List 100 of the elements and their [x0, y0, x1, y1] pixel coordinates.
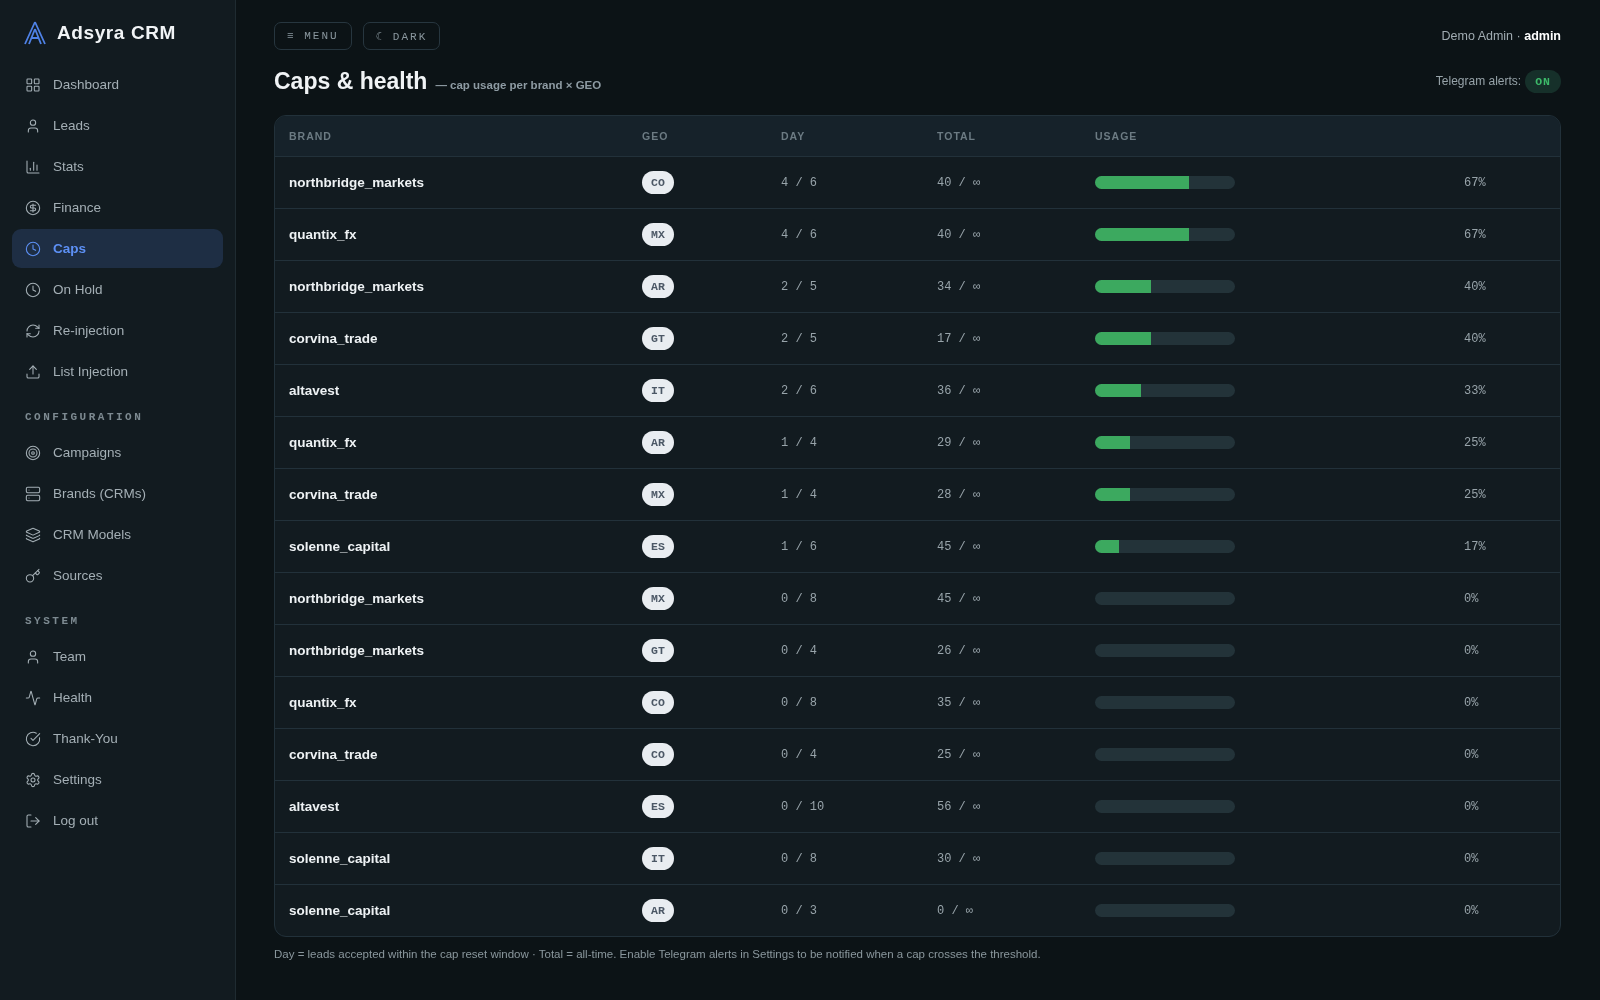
- bar-chart-icon: [25, 158, 41, 175]
- sidebar-nav-item[interactable]: Brands (CRMs): [12, 474, 223, 513]
- geo-tag: IT: [642, 379, 674, 402]
- geo-tag: GT: [642, 639, 674, 662]
- sidebar-nav-item[interactable]: List Injection: [12, 352, 223, 391]
- sidebar-nav-item[interactable]: Settings: [12, 760, 223, 799]
- toolbar-button[interactable]: ≡ MENU: [274, 22, 352, 50]
- usage-percent: 0%: [1464, 747, 1479, 762]
- column-header: USAGE: [1095, 130, 1138, 142]
- logout-icon: [25, 812, 41, 829]
- brand-name: northbridge_markets: [289, 279, 425, 294]
- page-title: Caps & health: [274, 67, 428, 95]
- day-count: 4 / 6: [781, 227, 817, 242]
- geo-tag: MX: [642, 587, 674, 610]
- sidebar-nav-item[interactable]: Sources: [12, 556, 223, 595]
- sidebar-nav-item[interactable]: Leads: [12, 106, 223, 145]
- geo-tag: CO: [642, 743, 674, 766]
- pulse-icon: [25, 689, 41, 706]
- usage-percent: 33%: [1464, 383, 1486, 398]
- app-logo-text: Adsyra CRM: [57, 22, 176, 44]
- sidebar-nav-item[interactable]: Stats: [12, 147, 223, 186]
- target-icon: [25, 444, 41, 461]
- total-count: 35 / ∞: [937, 695, 981, 710]
- column-header: DAY: [781, 130, 806, 142]
- footnote: Day = leads accepted within the cap reset window · Total = all-time. Enable Telegram alerts in Settings to be notified when a cap crosses the threshold.: [274, 947, 1042, 962]
- total-count: 40 / ∞: [937, 175, 981, 190]
- total-count: 30 / ∞: [937, 851, 981, 866]
- grid-icon: [25, 76, 41, 93]
- total-count: 0 / ∞: [937, 903, 973, 918]
- geo-tag: AR: [642, 431, 674, 454]
- brand-name: solenne_capital: [289, 903, 391, 918]
- day-count: 0 / 8: [781, 591, 817, 606]
- refresh-icon: [25, 322, 41, 339]
- geo-tag: AR: [642, 899, 674, 922]
- day-count: 1 / 6: [781, 539, 817, 554]
- geo-tag: ES: [642, 795, 674, 818]
- server-icon: [25, 485, 41, 502]
- day-count: 0 / 10: [781, 799, 825, 814]
- sidebar-nav-item[interactable]: CRM Models: [12, 515, 223, 554]
- day-count: 0 / 4: [781, 643, 817, 658]
- brand-name: corvina_trade: [289, 331, 378, 346]
- total-count: 40 / ∞: [937, 227, 981, 242]
- dollar-coin-icon: [25, 199, 41, 216]
- sidebar-nav-item[interactable]: Log out: [12, 801, 223, 840]
- usage-percent: 0%: [1464, 903, 1479, 918]
- brand-name: altavest: [289, 799, 340, 814]
- layers-icon: [25, 526, 41, 543]
- telegram-alerts-status: ON: [1525, 69, 1561, 93]
- usage-percent: 25%: [1464, 435, 1486, 450]
- usage-percent: 0%: [1464, 851, 1479, 866]
- geo-tag: ES: [642, 535, 674, 558]
- day-count: 2 / 6: [781, 383, 817, 398]
- day-count: 4 / 6: [781, 175, 817, 190]
- settings-icon: [25, 771, 41, 788]
- brand-name: quantix_fx: [289, 435, 357, 450]
- logo-icon: [24, 21, 46, 45]
- total-count: 34 / ∞: [937, 279, 981, 294]
- usage-percent: 0%: [1464, 799, 1479, 814]
- sidebar-nav-item[interactable]: On Hold: [12, 270, 223, 309]
- total-count: 29 / ∞: [937, 435, 981, 450]
- sidebar-nav-item[interactable]: Re-injection: [12, 311, 223, 350]
- total-count: 45 / ∞: [937, 591, 981, 606]
- day-count: 1 / 4: [781, 435, 817, 450]
- brand-name: corvina_trade: [289, 487, 378, 502]
- geo-tag: AR: [642, 275, 674, 298]
- geo-tag: GT: [642, 327, 674, 350]
- clock-icon: [25, 281, 41, 298]
- sidebar-section-title: SYSTEM: [24, 614, 81, 629]
- day-count: 2 / 5: [781, 331, 817, 346]
- brand-name: solenne_capital: [289, 851, 391, 866]
- column-header: TOTAL: [937, 130, 977, 142]
- user-info: Demo Admin · admin: [1441, 29, 1561, 43]
- user-icon: [25, 648, 41, 665]
- sidebar-section-title: CONFIGURATION: [24, 410, 145, 425]
- usage-percent: 67%: [1464, 175, 1486, 190]
- sidebar-nav-item[interactable]: Campaigns: [12, 433, 223, 472]
- sidebar-nav-item[interactable]: Health: [12, 678, 223, 717]
- day-count: 0 / 3: [781, 903, 817, 918]
- total-count: 56 / ∞: [937, 799, 981, 814]
- toolbar-button[interactable]: ☾ DARK: [362, 22, 441, 50]
- total-count: 25 / ∞: [937, 747, 981, 762]
- sidebar-nav-item[interactable]: Dashboard: [12, 65, 223, 104]
- total-count: 26 / ∞: [937, 643, 981, 658]
- clock-icon: [25, 240, 41, 257]
- day-count: 0 / 4: [781, 747, 817, 762]
- geo-tag: MX: [642, 483, 674, 506]
- total-count: 17 / ∞: [937, 331, 981, 346]
- usage-percent: 40%: [1464, 279, 1486, 294]
- usage-percent: 0%: [1464, 695, 1479, 710]
- geo-tag: IT: [642, 847, 674, 870]
- sidebar-nav-item[interactable]: Thank-You: [12, 719, 223, 758]
- sidebar-nav-item[interactable]: Team: [12, 637, 223, 676]
- sidebar-nav-item[interactable]: Caps: [12, 229, 223, 268]
- brand-name: quantix_fx: [289, 695, 357, 710]
- usage-percent: 25%: [1464, 487, 1486, 502]
- usage-percent: 67%: [1464, 227, 1486, 242]
- total-count: 45 / ∞: [937, 539, 981, 554]
- user-icon: [25, 117, 41, 134]
- sidebar-nav-item[interactable]: Finance: [12, 188, 223, 227]
- total-count: 28 / ∞: [937, 487, 981, 502]
